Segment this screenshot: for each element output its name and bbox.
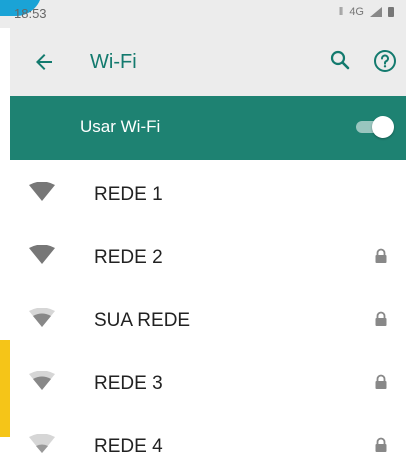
switch-thumb [372, 116, 394, 138]
arrow-left-icon [36, 54, 52, 70]
back-button[interactable] [32, 50, 56, 74]
app-bar: Wi-Fi [10, 28, 406, 96]
search-button[interactable] [328, 48, 352, 72]
lock-icon [375, 374, 387, 389]
network-name: REDE 2 [94, 247, 163, 268]
vibrate-icon: ‖ [338, 6, 344, 18]
network-list: REDE 1 REDE 2 SUA REDE REDE 3 REDE 4 [10, 160, 406, 475]
help-button[interactable] [372, 48, 398, 74]
network-item[interactable]: REDE 4 [10, 412, 406, 475]
network-name: REDE 3 [94, 373, 163, 394]
wifi-signal-medium-icon [29, 371, 55, 390]
wifi-signal-strong-icon [29, 182, 55, 201]
network-type-label: 4G [349, 6, 364, 18]
wifi-signal-medium-icon [29, 308, 55, 327]
battery-icon [388, 7, 394, 17]
lock-icon [375, 311, 387, 326]
wifi-toggle-switch[interactable] [356, 116, 394, 138]
search-icon [330, 50, 350, 70]
network-name: REDE 4 [94, 436, 163, 457]
signal-icon [370, 7, 382, 17]
network-name: REDE 1 [94, 184, 163, 205]
page-title: Wi-Fi [90, 51, 137, 73]
network-item[interactable]: REDE 1 [10, 160, 406, 223]
help-circle-icon [374, 50, 396, 72]
wifi-signal-weak-icon [29, 434, 55, 453]
wifi-signal-strong-icon [29, 245, 55, 264]
edge-overlay-strip [0, 340, 10, 437]
lock-icon [375, 437, 387, 452]
status-icons: ‖ 4G [339, 6, 394, 18]
network-item[interactable]: SUA REDE [10, 286, 406, 349]
wifi-master-label: Usar Wi-Fi [80, 117, 161, 136]
status-bar: 18:53 ‖ 4G [0, 0, 406, 28]
network-item[interactable]: REDE 3 [10, 349, 406, 412]
status-time: 18:53 [14, 6, 47, 21]
network-name: SUA REDE [94, 310, 191, 331]
network-item[interactable]: REDE 2 [10, 223, 406, 286]
wifi-master-toggle-row[interactable]: Usar Wi-Fi [10, 96, 406, 160]
lock-icon [375, 248, 387, 263]
